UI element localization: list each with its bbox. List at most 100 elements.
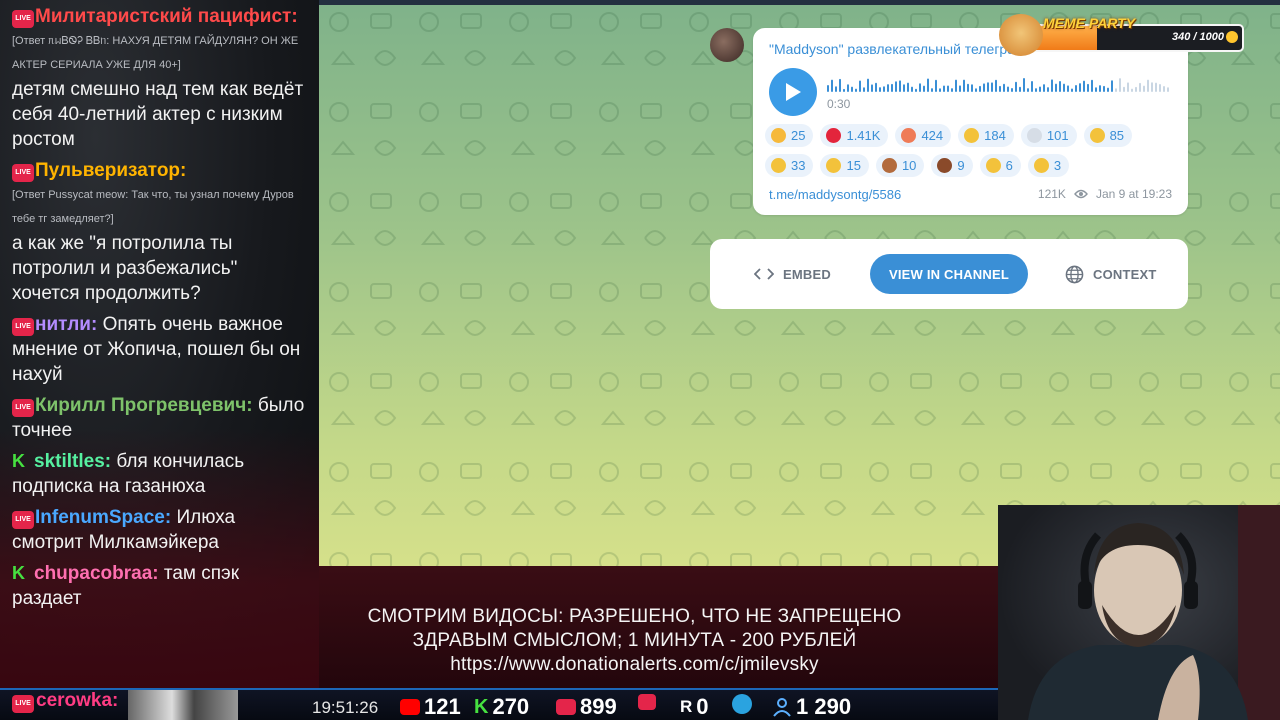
waveform-bar — [907, 82, 909, 92]
waveform-bar — [1047, 87, 1049, 92]
waveform-bar — [879, 87, 881, 92]
streamer-silhouette — [1028, 505, 1280, 720]
reaction-count: 9 — [957, 158, 965, 173]
live-badge: LIVE — [12, 10, 34, 28]
reaction-chip[interactable]: 15 — [820, 154, 869, 177]
telegram-icon — [732, 694, 752, 714]
chat-reply-quote: [Ответ Pussycat meow: Так что, ты узнал … — [12, 189, 294, 225]
chat-message: LIVE InfenumSpace: Илюха смотрит Милкамэй… — [12, 505, 309, 555]
waveform-bar — [1147, 79, 1149, 92]
meme-party-title: MEME PARTY — [1043, 15, 1136, 31]
monkey-icon — [881, 158, 897, 173]
waveform-bar — [839, 78, 841, 92]
embed-button[interactable]: EMBED — [754, 254, 831, 294]
waveform-bar — [979, 85, 981, 92]
waveform-bar — [1067, 85, 1069, 92]
chat-username[interactable]: нитли: — [35, 314, 97, 335]
waveform-bar — [931, 88, 933, 92]
waveform-bar — [991, 82, 993, 92]
chat-username[interactable]: Милитаристский пацифист: — [35, 6, 298, 27]
reaction-count: 15 — [846, 158, 861, 173]
voice-waveform[interactable] — [827, 76, 1171, 92]
meme-party-widget: MEME PARTY 340 / 1000 — [995, 14, 1246, 60]
context-label: CONTEXT — [1093, 266, 1157, 282]
reaction-chip[interactable]: 85 — [1083, 124, 1133, 147]
waveform-bar — [1167, 87, 1169, 92]
waveform-bar — [1055, 83, 1057, 92]
waveform-bar — [899, 80, 901, 92]
waveform-bar — [1079, 83, 1081, 92]
chat-username[interactable]: InfenumSpace: — [35, 507, 171, 528]
reaction-count: 10 — [901, 158, 917, 173]
waveform-bar — [855, 88, 857, 92]
reaction-chip[interactable]: 101 — [1020, 124, 1077, 147]
live-badge: LIVE — [12, 511, 34, 529]
vk-live-icon — [556, 699, 576, 715]
middle-finger-icon — [985, 158, 1001, 173]
view-in-channel-button[interactable]: VIEW IN CHANNEL — [870, 254, 1028, 294]
embed-label: EMBED — [783, 266, 831, 282]
chat-message: LIVE Пульверизатор: [Ответ Pussycat meow: … — [12, 158, 309, 306]
waveform-bar — [1015, 81, 1017, 92]
waveform-bar — [1139, 82, 1141, 92]
laugh-icon — [964, 128, 980, 143]
reaction-chip[interactable]: 33 — [765, 154, 814, 177]
post-actions-bar: EMBED VIEW IN CHANNEL CONTEXT — [710, 239, 1188, 309]
reaction-chip[interactable]: 9 — [931, 154, 973, 177]
reaction-chip[interactable]: 3 — [1027, 154, 1070, 177]
chat-text: а как же "я потролила ты потролил и разб… — [12, 233, 238, 304]
eye-icon — [1074, 189, 1088, 199]
vk-stat: 899 — [556, 694, 617, 720]
waveform-bar — [983, 83, 985, 92]
waveform-bar — [1051, 79, 1053, 92]
waveform-bar — [1063, 83, 1065, 92]
channel-avatar[interactable] — [710, 28, 744, 62]
viewers-stat: 1 290 — [772, 694, 851, 720]
waveform-bar — [923, 85, 925, 92]
waveform-bar — [987, 82, 989, 92]
vk-count: 899 — [580, 694, 617, 719]
waveform-bar — [995, 79, 997, 92]
coin-icon — [1226, 31, 1238, 43]
view-in-channel-label: VIEW IN CHANNEL — [889, 266, 1009, 282]
waveform-bar — [1123, 86, 1125, 92]
view-count: 121K — [1037, 187, 1066, 201]
video-play-icon — [638, 694, 656, 710]
reaction-count: 85 — [1109, 128, 1125, 143]
waveform-bar — [835, 86, 837, 92]
waveform-bar — [959, 85, 961, 92]
kick-stat: K 270 — [474, 694, 529, 720]
waveform-bar — [827, 85, 829, 92]
chat-username[interactable]: chupacobraa: — [34, 563, 159, 584]
context-button[interactable]: CONTEXT — [1065, 254, 1157, 294]
waveform-bar — [975, 88, 977, 92]
reaction-count: 1.41K — [846, 128, 881, 143]
reaction-chip[interactable]: 25 — [765, 124, 814, 147]
chat-username[interactable]: sktiltles: — [34, 451, 111, 472]
waveform-bar — [1087, 83, 1089, 92]
reaction-chip[interactable]: 10 — [875, 154, 925, 177]
waveform-bar — [1027, 88, 1029, 92]
rutube-icon: R — [680, 697, 693, 716]
live-badge: LIVE — [12, 164, 34, 182]
waveform-bar — [1143, 85, 1145, 92]
waveform-bar — [1043, 84, 1045, 92]
live-badge: LIVE — [12, 695, 34, 713]
waveform-bar — [863, 87, 865, 92]
thinking-icon — [771, 158, 786, 173]
reaction-chip[interactable]: 424 — [895, 124, 952, 147]
chat-username[interactable]: Пульверизатор: — [35, 160, 186, 181]
waveform-bar — [967, 83, 969, 92]
waveform-bar — [1007, 86, 1009, 92]
youtube-icon — [400, 699, 420, 715]
kick-icon: K — [474, 695, 489, 718]
waveform-bar — [1039, 86, 1041, 92]
play-button[interactable] — [769, 68, 817, 116]
post-link[interactable]: t.me/maddysontg/5586 — [769, 187, 901, 202]
chat-username[interactable]: Кирилл Прогревцевич: — [35, 395, 253, 416]
reaction-chip[interactable]: 6 — [979, 154, 1021, 177]
youtube-count: 121 — [424, 694, 461, 719]
reaction-chip[interactable]: 1.41K — [820, 124, 889, 147]
doge-icon — [999, 14, 1043, 56]
reaction-chip[interactable]: 184 — [958, 124, 1014, 147]
